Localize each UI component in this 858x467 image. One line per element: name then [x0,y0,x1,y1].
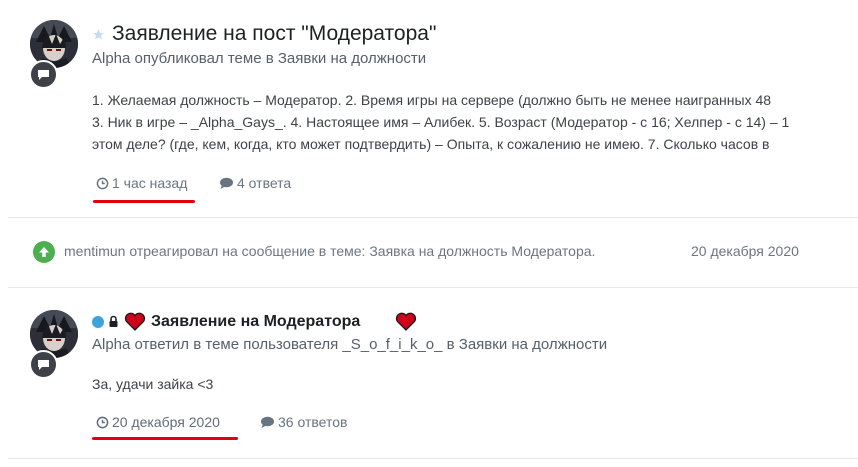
replies-count[interactable]: 4 ответа [219,175,291,191]
clock-icon [96,416,109,428]
post-snippet-line-1: 1. Желаемая должность – Модератор. 2. Вр… [92,92,772,108]
lock-icon [108,315,119,333]
red-underline-annotation [93,200,195,203]
post-snippet-line-1: За, удачи зайка <3 [92,376,214,392]
activity-date: 20 декабря 2020 [691,243,799,259]
post-time: 1 час назад [112,175,188,191]
online-dot-icon [92,316,104,328]
topic-type-badge [29,60,58,89]
post-snippet-line-2: 3. Ник в игре – _Alpha_Gays_. 4. Настоящ… [92,114,790,130]
topic-title-link[interactable]: Заявление на Модератора [151,313,360,331]
heart-icon [124,312,146,336]
post-time-link[interactable]: 1 час назад [96,175,187,191]
comment-icon [38,69,49,80]
post-snippet-line-3: этом деле? (где, кем, когда, кто может п… [92,136,770,152]
clock-icon [96,177,109,189]
star-icon [92,28,105,46]
speech-bubble-icon [220,177,233,189]
replies-count[interactable]: 36 ответов [260,414,347,430]
topic-type-badge [29,350,58,379]
speech-bubble-icon [261,416,274,428]
comment-icon [38,359,49,370]
divider [8,458,858,459]
replies-label: 4 ответа [237,175,292,191]
divider [8,217,858,218]
heart-icon [395,312,417,336]
post-time: 20 декабря 2020 [112,414,220,430]
red-underline-annotation [92,437,238,440]
activity-text[interactable]: mentimun отреагировал на сообщение в тем… [64,243,595,259]
divider [8,287,858,288]
post-time-link[interactable]: 20 декабря 2020 [96,414,220,430]
reaction-upvote-icon [33,241,55,263]
topic-meta: Alpha опубликовал теме в Заявки на должн… [92,50,427,67]
topic-meta: Alpha ответил в теме пользователя _S_o_f… [92,336,608,353]
topic-title-link[interactable]: Заявление на пост "Модератора" [112,22,436,46]
replies-label: 36 ответов [278,414,348,430]
